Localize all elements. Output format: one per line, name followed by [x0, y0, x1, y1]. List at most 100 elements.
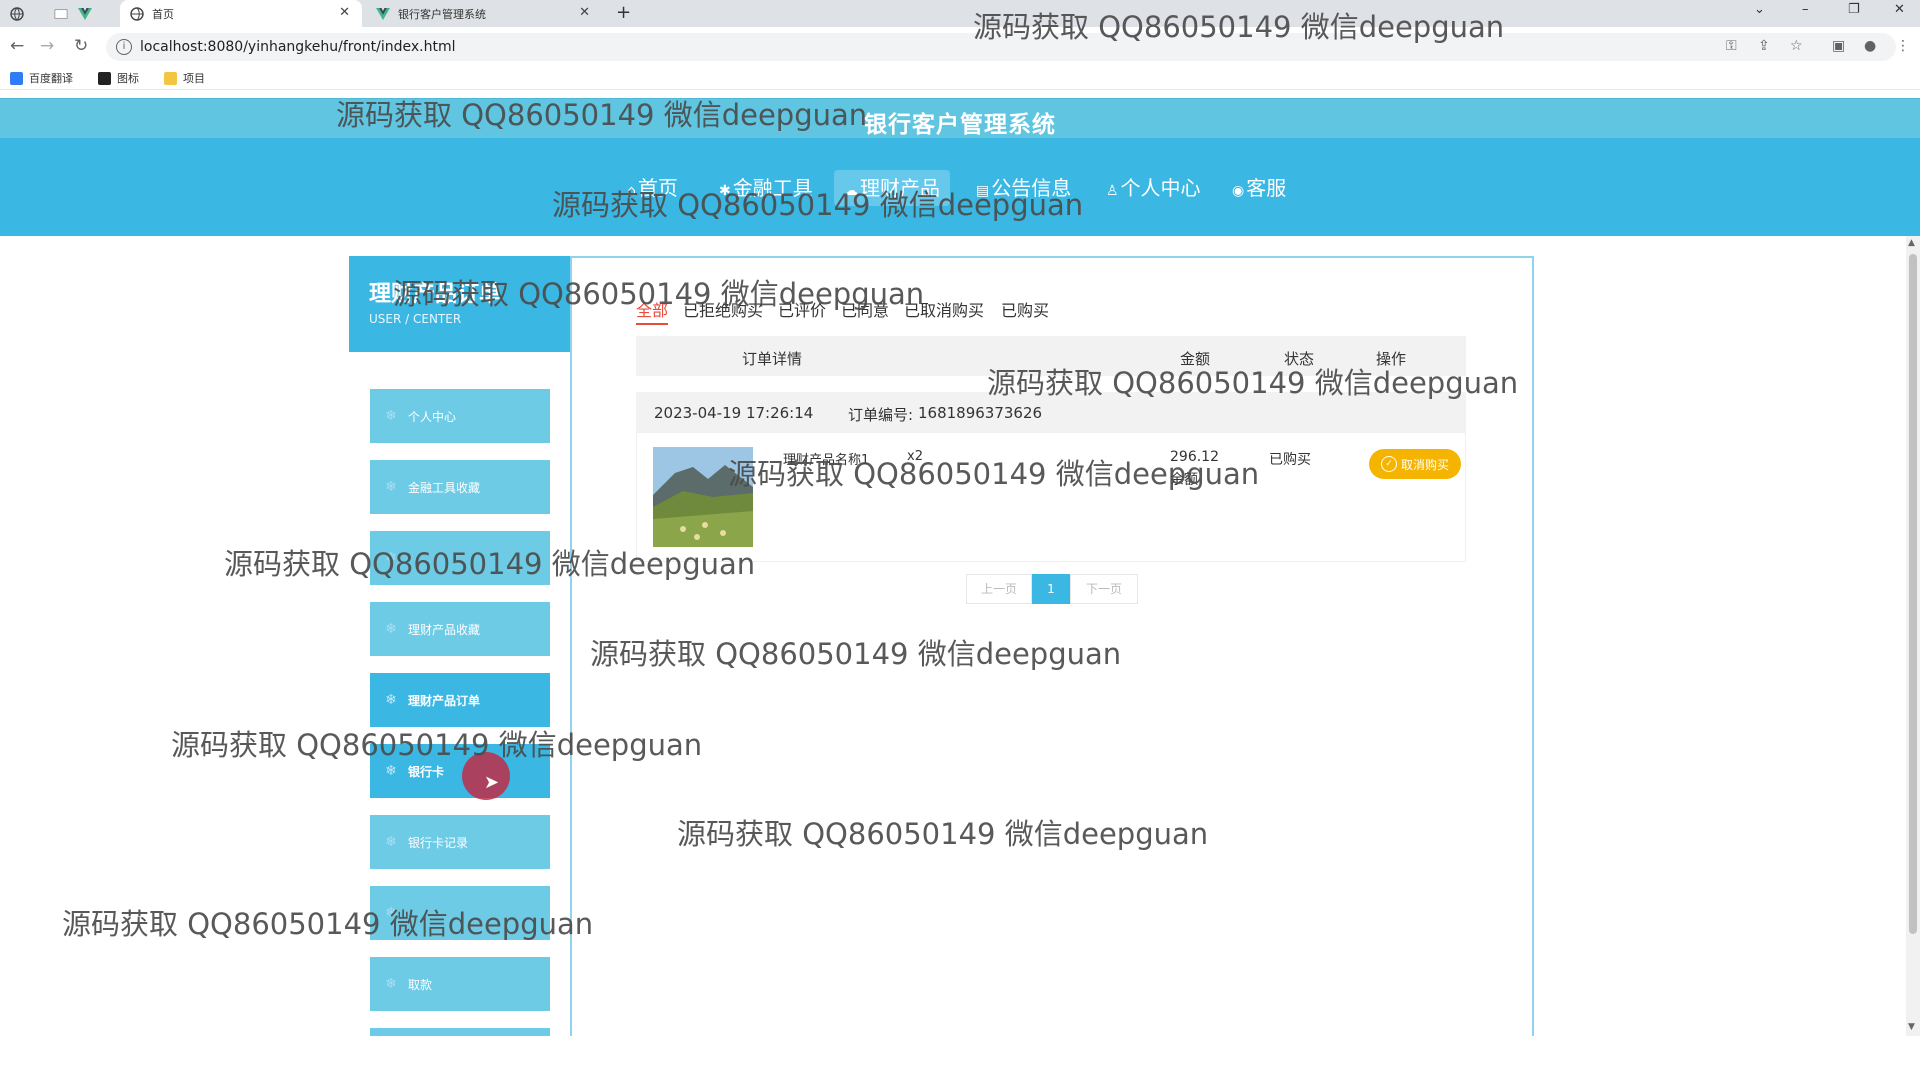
- order-amount: 296.12: [1170, 449, 1219, 465]
- column-detail: 订单详情: [742, 350, 803, 368]
- sidebar-item-8[interactable]: ❄: [370, 886, 550, 940]
- scroll-down-icon[interactable]: ▼: [1908, 1022, 1915, 1032]
- globe-icon: [130, 6, 144, 21]
- snowflake-icon: ❄: [385, 976, 397, 992]
- close-window-icon[interactable]: ✕: [1894, 2, 1905, 17]
- sidebar-item-tool-favorites[interactable]: ❄ 金融工具收藏: [370, 460, 550, 514]
- tab-search-icon[interactable]: ⌄: [1754, 2, 1765, 17]
- order-number-label: 订单编号:: [848, 406, 914, 424]
- sidepanel-icon[interactable]: ▣: [1832, 38, 1845, 54]
- cancel-icon: ✓: [1380, 456, 1397, 472]
- page-1-button[interactable]: 1: [1032, 574, 1070, 604]
- share-icon[interactable]: ⇪: [1758, 38, 1770, 54]
- order-number: 1681896373626: [918, 404, 1043, 422]
- tab-home[interactable]: 首页 ✕: [120, 0, 362, 27]
- column-amount: 金额: [1180, 350, 1211, 368]
- sidebar-item-withdraw[interactable]: ❄ 取款: [370, 957, 550, 1011]
- mouse-pointer-icon: ➤: [484, 772, 500, 793]
- order-row: 理财产品名称1 x2 296.12 余额 已购买 ✓ 取消购买: [636, 432, 1466, 562]
- product-image[interactable]: [653, 447, 753, 547]
- page-scrollbar[interactable]: ▲ ▼: [1906, 236, 1920, 1036]
- vue-icon: [78, 7, 92, 21]
- bookmark-icons[interactable]: 图标: [98, 70, 139, 86]
- sidebar-header: 理财产品订单 USER / CENTER: [349, 256, 571, 352]
- bookmark-baidu-translate[interactable]: 百度翻译: [10, 70, 73, 86]
- filter-tab-rejected[interactable]: 已拒绝购买: [683, 297, 763, 321]
- snowflake-icon: ❄: [385, 905, 397, 921]
- tab-label: 银行客户管理系统: [398, 7, 486, 21]
- pay-method: 余额: [1170, 472, 1198, 488]
- filter-tab-purchased[interactable]: 已购买: [1001, 297, 1049, 321]
- column-action: 操作: [1376, 350, 1407, 368]
- prev-page-button[interactable]: 上一页: [966, 574, 1032, 604]
- reload-icon[interactable]: ↻: [74, 36, 88, 56]
- scroll-up-icon[interactable]: ▲: [1908, 238, 1915, 248]
- back-icon[interactable]: ←: [10, 36, 24, 56]
- folder-icon: [98, 71, 111, 85]
- star-icon[interactable]: ☆: [1790, 38, 1803, 54]
- forward-icon[interactable]: →: [40, 36, 54, 56]
- nav-wealth-products[interactable]: ☁ 理财产品: [834, 170, 950, 206]
- product-name: 理财产品名称1: [783, 453, 870, 468]
- filter-tab-reviewed[interactable]: 已评价: [778, 297, 826, 321]
- translate-icon: [10, 71, 23, 85]
- snowflake-icon: ❄: [385, 479, 397, 495]
- globe-icon: [10, 6, 24, 21]
- service-icon: ◉: [1232, 183, 1245, 199]
- order-status: 已购买: [1269, 452, 1311, 468]
- sidebar-item-product-favorites[interactable]: ❄ 理财产品收藏: [370, 602, 550, 656]
- order-table-header: 订单详情 金额 状态 操作: [636, 336, 1466, 376]
- product-quantity: x2: [907, 449, 923, 464]
- snowflake-icon: ❄: [385, 763, 397, 779]
- menu-icon[interactable]: ⋮: [1896, 38, 1910, 54]
- sidebar-item-personal-center[interactable]: ❄ 个人中心: [370, 389, 550, 443]
- snowflake-icon: ❄: [385, 692, 397, 708]
- cancel-purchase-button[interactable]: ✓ 取消购买: [1369, 449, 1461, 479]
- tab-label: 首页: [152, 7, 174, 21]
- next-page-button[interactable]: 下一页: [1070, 574, 1138, 604]
- sidebar-item-partial[interactable]: [370, 1028, 550, 1036]
- snowflake-icon: ❄: [385, 834, 397, 850]
- browser-tab-bar: 首页 ✕ 银行客户管理系统 ✕ + ⌄ – ❐ ✕: [0, 0, 1920, 27]
- address-bar[interactable]: i localhost:8080/yinhangkehu/front/index…: [106, 33, 1910, 61]
- nav-home[interactable]: ⌂ 首页: [617, 170, 688, 206]
- sidebar-item-bank-card[interactable]: ❄ 银行卡: [370, 744, 550, 798]
- nav-personal-center[interactable]: ♙ 个人中心: [1096, 170, 1211, 206]
- nav-customer-service[interactable]: ◉ 客服: [1222, 170, 1296, 206]
- nav-financial-tools[interactable]: ✱ 金融工具: [709, 170, 823, 206]
- order-row-header: 2023-04-19 17:26:14 订单编号: 1681896373626: [636, 392, 1466, 432]
- site-title: 银行客户管理系统: [864, 112, 1056, 138]
- profile-icon[interactable]: ●: [1864, 38, 1876, 54]
- sidebar-title: 理财产品订单: [369, 282, 502, 307]
- new-tab-button[interactable]: +: [616, 2, 631, 23]
- close-tab-icon[interactable]: ✕: [579, 5, 590, 20]
- restore-icon[interactable]: ❐: [1848, 2, 1860, 17]
- filter-tab-cancelled[interactable]: 已取消购买: [904, 297, 984, 321]
- sidebar-item-product-orders[interactable]: ❄ 理财产品订单: [370, 673, 550, 727]
- sidebar-item-3[interactable]: ❄: [370, 531, 550, 585]
- vue-icon: [376, 7, 390, 21]
- url-text[interactable]: localhost:8080/yinhangkehu/front/index.h…: [140, 39, 456, 55]
- info-icon[interactable]: i: [116, 39, 132, 55]
- tool-icon: ✱: [719, 183, 731, 199]
- filter-tab-all[interactable]: 全部: [636, 297, 669, 325]
- site-header: 银行客户管理系统: [0, 98, 1920, 139]
- snowflake-icon: ❄: [385, 408, 397, 424]
- scroll-thumb[interactable]: [1909, 254, 1917, 934]
- user-icon: ♙: [1106, 183, 1119, 199]
- main-nav: ⌂ 首页 ✱ 金融工具 ☁ 理财产品 ▤ 公告信息 ♙ 个人中心 ◉ 客服: [0, 138, 1920, 236]
- bookmark-project[interactable]: 项目: [164, 70, 205, 86]
- key-icon[interactable]: ⚿: [1726, 38, 1737, 54]
- tab-bank-system[interactable]: 银行客户管理系统 ✕: [366, 0, 602, 27]
- folder-icon: [164, 71, 177, 85]
- blank-page-icon: [54, 7, 68, 21]
- snowflake-icon: ❄: [385, 550, 397, 566]
- column-status: 状态: [1284, 350, 1315, 368]
- nav-announcements[interactable]: ▤ 公告信息: [966, 170, 1081, 206]
- filter-tab-approved[interactable]: 已同意: [841, 297, 889, 321]
- close-tab-icon[interactable]: ✕: [339, 5, 350, 20]
- pinned-tab-2[interactable]: [44, 0, 92, 27]
- sidebar-item-bank-card-records[interactable]: ❄ 银行卡记录: [370, 815, 550, 869]
- sidebar-subtitle: USER / CENTER: [369, 312, 462, 326]
- minimize-icon[interactable]: –: [1802, 2, 1809, 17]
